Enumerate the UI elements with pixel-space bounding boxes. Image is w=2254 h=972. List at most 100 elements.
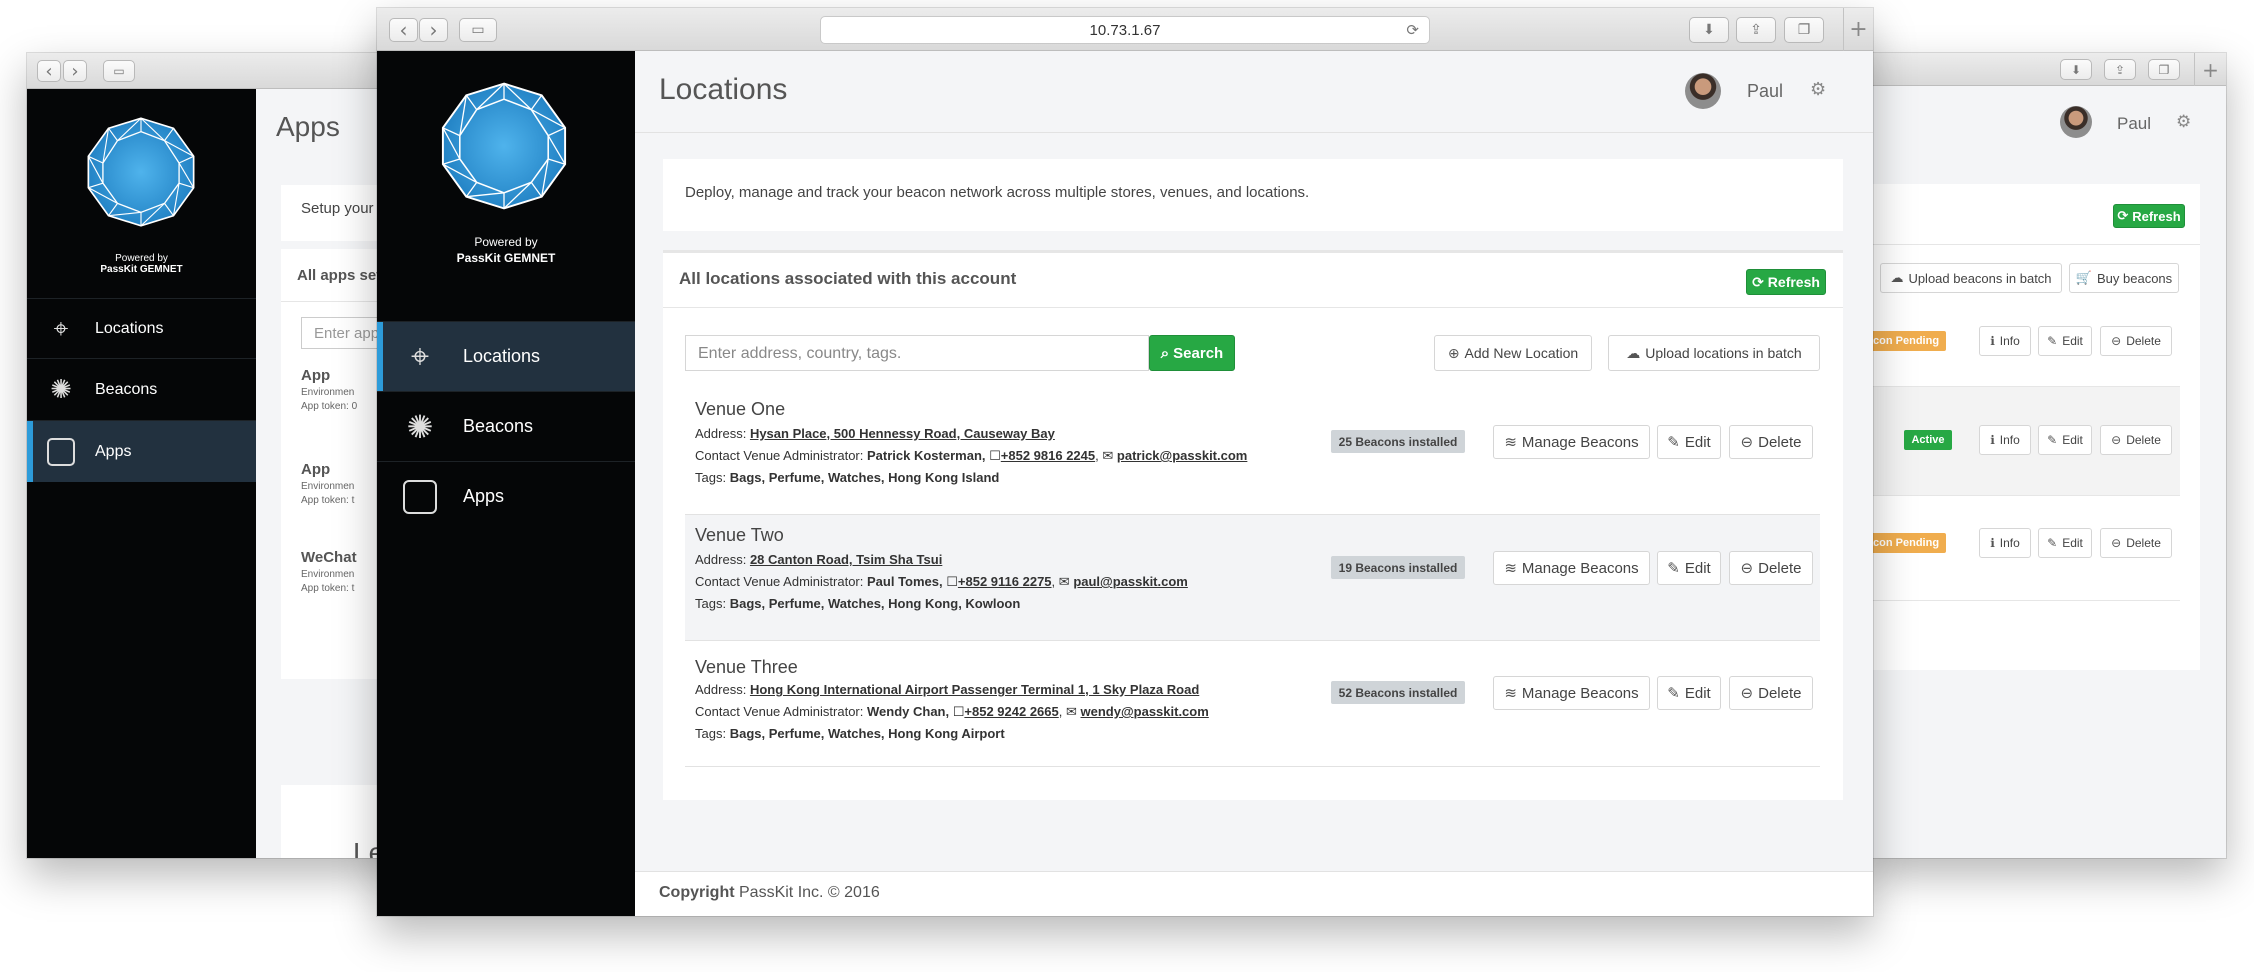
delete-button[interactable]: ⊖ Delete: [1729, 676, 1813, 710]
edit-label: Edit: [1684, 684, 1711, 702]
tags-value: Bags, Perfume, Watches, Hong Kong, Kowlo…: [729, 596, 1021, 611]
venue-name[interactable]: Venue One: [695, 399, 785, 420]
edit-button[interactable]: ✎ Edit: [1657, 676, 1721, 710]
sidebar-item-apps[interactable]: Apps: [27, 420, 256, 482]
back-button[interactable]: ‹: [37, 60, 61, 82]
pencil-icon: ✎: [1667, 685, 1680, 702]
delete-button[interactable]: ⊖ Delete: [2100, 326, 2172, 356]
email-link[interactable]: paul@passkit.com: [1073, 574, 1188, 589]
email-link[interactable]: patrick@passkit.com: [1117, 448, 1247, 463]
left-window-toolbar: ‹ › ▭: [27, 53, 427, 89]
user-name[interactable]: Paul: [1747, 81, 1783, 102]
envelope-icon: ✉: [1102, 448, 1114, 463]
venue-contact: Contact Venue Administrator: Patrick Kos…: [695, 448, 1248, 463]
address-link[interactable]: Hong Kong International Airport Passenge…: [750, 682, 1199, 697]
address-link[interactable]: 28 Canton Road, Tsim Sha Tsui: [750, 552, 942, 567]
avatar[interactable]: [2060, 106, 2092, 138]
beacon-row: acon Pending ℹ Info ✎ Edit ⊖ Delete: [1860, 304, 2180, 386]
buy-beacons-button[interactable]: 🛒 Buy beacons: [2069, 263, 2179, 293]
phone-link[interactable]: +852 9816 2245: [1001, 448, 1095, 463]
venue-tags: Tags: Bags, Perfume, Watches, Hong Kong …: [695, 726, 1005, 741]
refresh-button[interactable]: ⟳ Refresh: [1746, 269, 1826, 295]
search-icon: ⌕: [1160, 344, 1170, 362]
delete-label: Delete: [2126, 433, 2161, 447]
contact-label: Contact Venue Administrator:: [695, 704, 864, 719]
user-name[interactable]: Paul: [2117, 114, 2151, 134]
phone-link[interactable]: +852 9116 2275: [958, 574, 1052, 589]
edit-button[interactable]: ✎ Edit: [2038, 326, 2092, 356]
avatar[interactable]: [1685, 73, 1721, 109]
new-tab-button[interactable]: +: [1843, 8, 1873, 51]
buy-beacons-label: Buy beacons: [2097, 270, 2173, 286]
minus-circle-icon: ⊖: [1740, 434, 1754, 451]
intro-panel: Deploy, manage and track your beacon net…: [663, 159, 1843, 231]
edit-button[interactable]: ✎ Edit: [2038, 528, 2092, 558]
main-browser-window: ‹ › ▭ 10.73.1.67 ⟳ ⬇ ⇪ ❐ + Powered by Pas…: [377, 8, 1873, 916]
back-button[interactable]: ‹: [389, 18, 418, 42]
header-bar: Locations Paul ⚙: [635, 51, 1873, 133]
email-link[interactable]: wendy@passkit.com: [1081, 704, 1209, 719]
sidebar-item-label: Locations: [463, 346, 541, 366]
manage-beacons-button[interactable]: ≋ Manage Beacons: [1493, 425, 1650, 459]
delete-button[interactable]: ⊖ Delete: [2100, 528, 2172, 558]
new-tab-button[interactable]: +: [2194, 53, 2226, 86]
info-button[interactable]: ℹ Info: [1979, 528, 2031, 558]
url-text: 10.73.1.67: [1089, 21, 1161, 39]
phone-link[interactable]: +852 9242 2665: [964, 704, 1058, 719]
edit-button[interactable]: ✎ Edit: [2038, 425, 2092, 455]
sidebar-item-beacons[interactable]: ✺ Beacons: [27, 358, 256, 420]
share-button[interactable]: ⇪: [2104, 59, 2136, 80]
envelope-icon: ✉: [1065, 704, 1077, 719]
search-input[interactable]: Enter address, country, tags.: [685, 335, 1149, 371]
powered-by-label: Powered by PassKit GEMNET: [377, 234, 635, 266]
tags-label: Tags:: [695, 726, 727, 741]
info-icon: ℹ: [1990, 334, 1995, 348]
venue-name[interactable]: Venue Three: [695, 657, 798, 678]
sidebar-item-label: Beacons: [95, 380, 158, 398]
sidebar-item-apps[interactable]: Apps: [377, 461, 635, 531]
manage-beacons-button[interactable]: ≋ Manage Beacons: [1493, 551, 1650, 585]
venue-contact: Contact Venue Administrator: Paul Tomes,…: [695, 574, 1188, 589]
sidebar-item-locations[interactable]: ⌖ Locations: [27, 298, 256, 358]
address-label: Address:: [695, 682, 747, 697]
search-button[interactable]: ⌕ Search: [1149, 335, 1235, 371]
delete-button[interactable]: ⊖ Delete: [1729, 551, 1813, 585]
venue-name[interactable]: Venue Two: [695, 525, 784, 546]
tabs-button[interactable]: ❐: [1784, 17, 1824, 43]
edit-label: Edit: [2062, 536, 2083, 550]
tabs-button[interactable]: ❐: [2148, 59, 2180, 80]
forward-button[interactable]: ›: [419, 18, 448, 42]
minus-circle-icon: ⊖: [1740, 560, 1754, 577]
refresh-button[interactable]: ⟳ Refresh: [2113, 204, 2185, 228]
address-link[interactable]: Hysan Place, 500 Hennessy Road, Causeway…: [750, 426, 1055, 441]
sidebar-toggle-button[interactable]: ▭: [459, 18, 497, 42]
refresh-icon: ⟳: [2117, 208, 2129, 223]
gem-logo: [87, 117, 195, 227]
company-name: PassKit GEMNET: [100, 264, 183, 275]
settings-gear-icon[interactable]: ⚙: [1810, 79, 1826, 100]
delete-button[interactable]: ⊖ Delete: [1729, 425, 1813, 459]
share-button[interactable]: ⇪: [1736, 17, 1776, 43]
edit-button[interactable]: ✎ Edit: [1657, 425, 1721, 459]
upload-beacons-button[interactable]: ☁ Upload beacons in batch: [1880, 263, 2062, 293]
settings-gear-icon[interactable]: ⚙: [2176, 112, 2191, 132]
address-bar[interactable]: 10.73.1.67 ⟳: [820, 16, 1430, 44]
forward-button[interactable]: ›: [63, 60, 87, 82]
edit-button[interactable]: ✎ Edit: [1657, 551, 1721, 585]
delete-button[interactable]: ⊖ Delete: [2100, 425, 2172, 455]
info-button[interactable]: ℹ Info: [1979, 425, 2031, 455]
sidebar-toggle-button[interactable]: ▭: [103, 60, 135, 82]
sidebar-item-locations[interactable]: ⌖ Locations: [377, 321, 635, 391]
downloads-button[interactable]: ⬇: [1689, 17, 1729, 43]
sidebar-item-beacons[interactable]: ✺ Beacons: [377, 391, 635, 461]
beacon-row: s: Active ℹInfo ✎Edit ⊖Delete: [1860, 386, 2180, 496]
manage-beacons-button[interactable]: ≋ Manage Beacons: [1493, 676, 1650, 710]
contact-label: Contact Venue Administrator:: [695, 448, 864, 463]
info-button[interactable]: ℹ Info: [1979, 326, 2031, 356]
refresh-icon: ⟳: [1752, 273, 1764, 290]
downloads-button[interactable]: ⬇: [2060, 59, 2092, 80]
sidebar-item-label: Beacons: [463, 416, 534, 436]
reload-icon[interactable]: ⟳: [1406, 21, 1419, 39]
add-location-button[interactable]: ⊕ Add New Location: [1434, 335, 1592, 371]
upload-locations-button[interactable]: ☁ Upload locations in batch: [1608, 335, 1820, 371]
